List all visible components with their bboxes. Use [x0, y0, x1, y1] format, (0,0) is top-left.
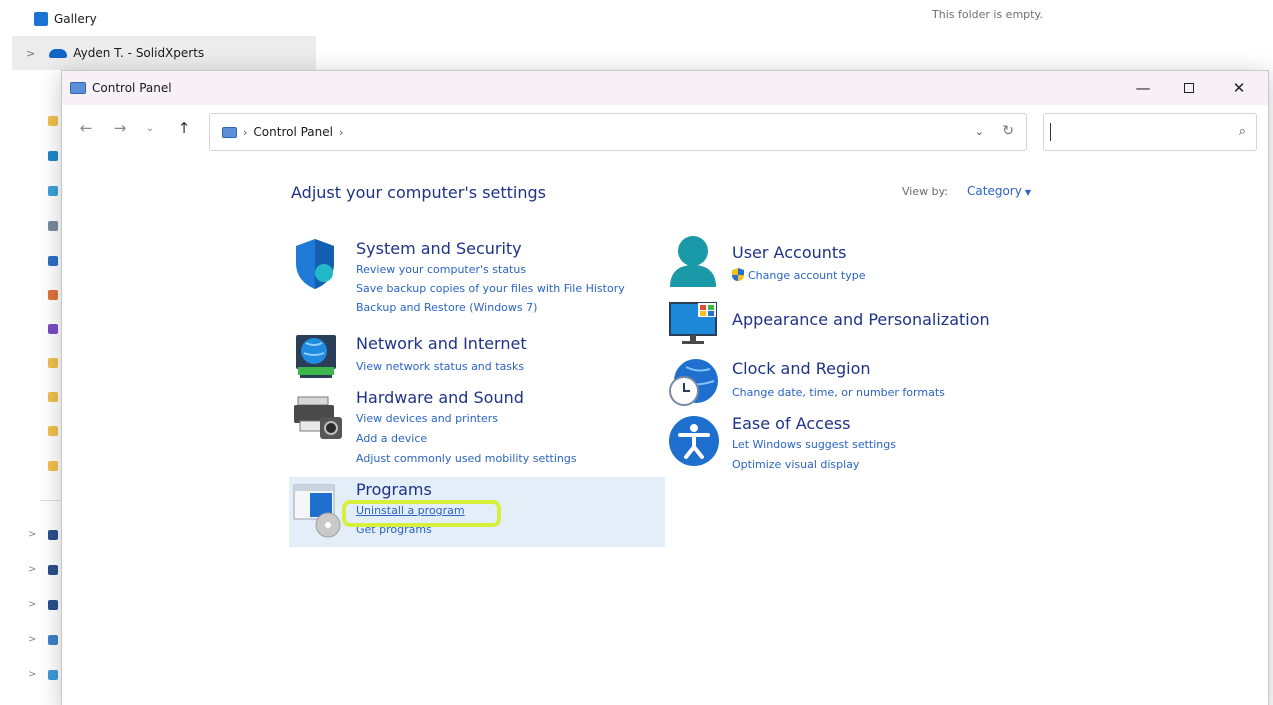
expand-chevron-icon[interactable]: > [28, 529, 36, 540]
network-globe-icon[interactable] [292, 333, 340, 381]
dropdown-arrow-icon: ▼ [1024, 188, 1031, 197]
search-icon[interactable]: ⌕ [1239, 124, 1246, 139]
clock-globe-icon[interactable] [668, 357, 720, 409]
link-network-status[interactable]: View network status and tasks [356, 360, 524, 373]
link-devices-printers[interactable]: View devices and printers [356, 412, 498, 425]
shield-icon[interactable] [292, 237, 338, 291]
annotation-highlight-ring [342, 500, 501, 527]
this-pc-icon[interactable] [48, 635, 58, 645]
control-panel-window: Control Panel — ✕ ← → ⌄ ↑ › Control Pane… [61, 70, 1269, 705]
network-drive-icon[interactable] [48, 600, 58, 610]
network-drive-icon[interactable] [48, 530, 58, 540]
page-title: Adjust your computer's settings [291, 183, 546, 202]
view-by-label: View by: [902, 185, 948, 198]
minimize-button[interactable]: — [1120, 71, 1166, 105]
category-system-and-security[interactable]: System and Security [356, 239, 522, 258]
user-accounts-icon[interactable] [668, 235, 718, 289]
link-file-history[interactable]: Save backup copies of your files with Fi… [356, 282, 625, 295]
expand-chevron-icon[interactable]: > [28, 599, 36, 610]
maximize-icon [1184, 83, 1194, 93]
link-mobility-settings[interactable]: Adjust commonly used mobility settings [356, 452, 577, 465]
link-windows-suggest-settings[interactable]: Let Windows suggest settings [732, 438, 896, 451]
gallery-icon [34, 12, 48, 26]
folder-icon[interactable] [48, 358, 58, 368]
expand-chevron-icon[interactable]: > [28, 564, 36, 575]
downloads-icon[interactable] [48, 186, 58, 196]
appearance-monitor-icon[interactable] [668, 299, 720, 347]
recent-locations-button[interactable]: ⌄ [140, 123, 160, 134]
category-clock-and-region[interactable]: Clock and Region [732, 359, 871, 378]
link-add-device[interactable]: Add a device [356, 432, 427, 445]
videos-icon[interactable] [48, 324, 58, 334]
view-by-dropdown[interactable]: Category ▼ [967, 184, 1031, 198]
category-ease-of-access[interactable]: Ease of Access [732, 414, 850, 433]
folder-icon[interactable] [48, 392, 58, 402]
category-programs[interactable]: Programs [356, 480, 432, 499]
link-change-account-type[interactable]: Change account type [748, 269, 866, 282]
control-panel-icon [222, 126, 237, 138]
text-caret [1050, 123, 1051, 141]
address-dropdown-icon[interactable]: ⌄ [975, 125, 984, 138]
view-by-value: Category [967, 184, 1022, 198]
nav-item-gallery[interactable]: Gallery [34, 8, 97, 30]
empty-folder-message: This folder is empty. [932, 8, 1043, 21]
link-backup-restore[interactable]: Backup and Restore (Windows 7) [356, 301, 537, 314]
category-appearance-and-personalization[interactable]: Appearance and Personalization [732, 310, 990, 329]
printer-icon[interactable] [292, 395, 344, 441]
category-user-accounts[interactable]: User Accounts [732, 243, 847, 262]
expand-chevron-icon[interactable]: > [28, 634, 36, 645]
forward-button[interactable]: → [110, 119, 130, 137]
pictures-icon[interactable] [48, 256, 58, 266]
gallery-label: Gallery [54, 12, 97, 26]
control-panel-icon [70, 82, 86, 94]
documents-icon[interactable] [48, 221, 58, 231]
breadcrumb-control-panel[interactable]: Control Panel [253, 125, 333, 139]
music-icon[interactable] [48, 290, 58, 300]
folder-icon[interactable] [48, 426, 58, 436]
network-drive-icon[interactable] [48, 565, 58, 575]
search-input[interactable]: ⌕ [1043, 113, 1257, 151]
ease-of-access-icon[interactable] [668, 415, 720, 467]
link-change-date-formats[interactable]: Change date, time, or number formats [732, 386, 945, 399]
refresh-icon[interactable]: ↻ [1002, 123, 1014, 139]
address-bar[interactable]: › Control Panel › ⌄ ↻ [209, 113, 1027, 151]
breadcrumb-separator[interactable]: › [243, 126, 247, 139]
window-title: Control Panel [92, 81, 172, 95]
category-hardware-and-sound[interactable]: Hardware and Sound [356, 388, 524, 407]
category-network-and-internet[interactable]: Network and Internet [356, 334, 527, 353]
network-icon[interactable] [48, 670, 58, 680]
folder-icon[interactable] [48, 116, 58, 126]
breadcrumb-separator[interactable]: › [339, 126, 343, 139]
desktop-icon[interactable] [48, 151, 58, 161]
back-button[interactable]: ← [76, 119, 96, 137]
folder-icon[interactable] [48, 461, 58, 471]
title-bar[interactable]: Control Panel — ✕ [62, 71, 1268, 105]
expand-chevron-icon[interactable]: > [26, 47, 35, 60]
onedrive-label: Ayden T. - SolidXperts [73, 46, 205, 60]
uac-shield-icon [732, 268, 744, 281]
nav-item-onedrive[interactable]: > Ayden T. - SolidXperts [12, 36, 316, 70]
programs-icon[interactable] [292, 481, 344, 539]
maximize-button[interactable] [1166, 71, 1212, 105]
close-button[interactable]: ✕ [1216, 71, 1262, 105]
link-review-status[interactable]: Review your computer's status [356, 263, 526, 276]
cloud-icon [49, 48, 68, 58]
expand-chevron-icon[interactable]: > [28, 669, 36, 680]
up-button[interactable]: ↑ [174, 119, 194, 137]
link-optimize-visual-display[interactable]: Optimize visual display [732, 458, 859, 471]
navigation-bar: ← → ⌄ ↑ › Control Panel › ⌄ ↻ ⌕ [62, 105, 1268, 157]
